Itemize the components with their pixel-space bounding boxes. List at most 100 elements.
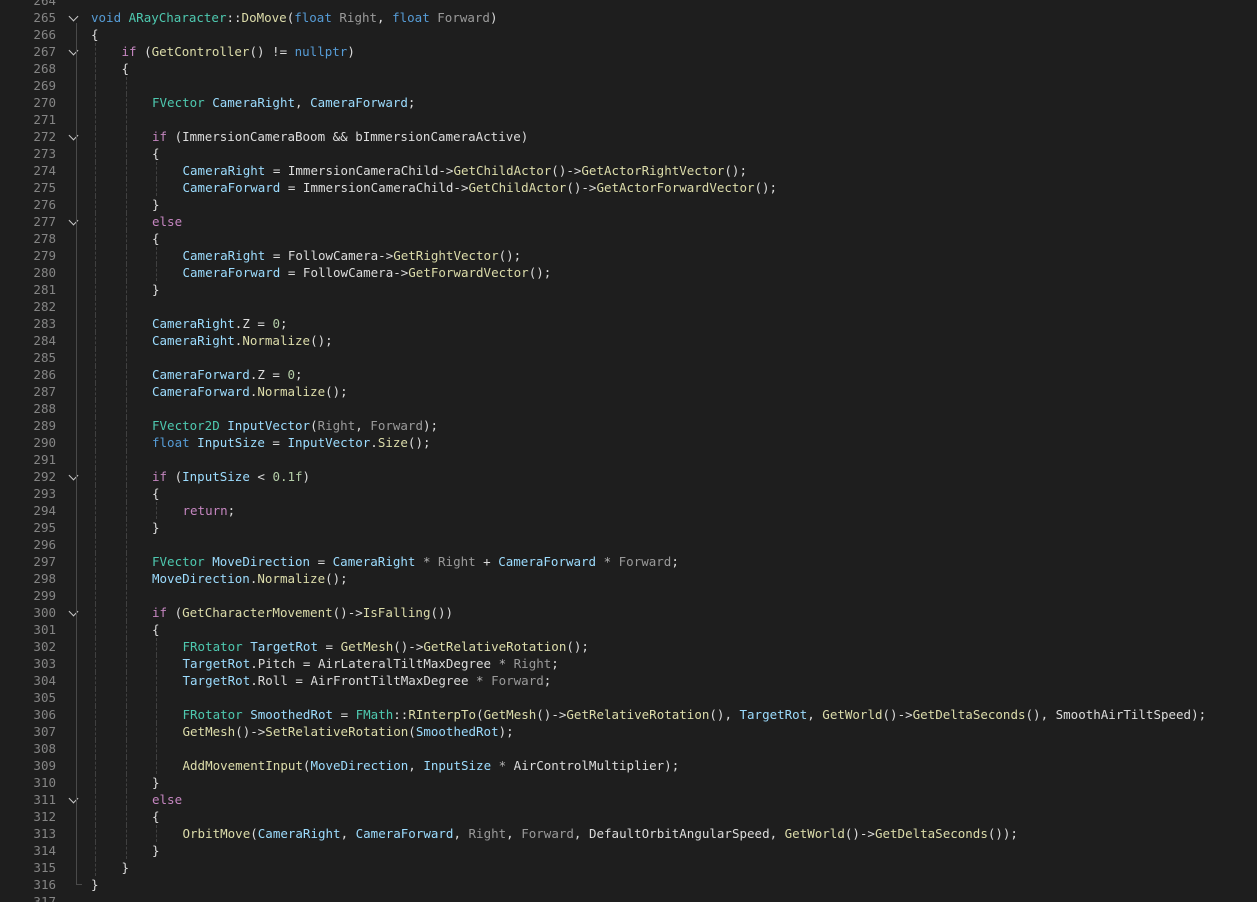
code-line[interactable]: 283 CameraRight.Z = 0; [0, 315, 1257, 332]
code-line[interactable]: 308 [0, 740, 1257, 757]
code-line[interactable]: 282 [0, 298, 1257, 315]
code-token: ()-> [551, 163, 582, 178]
indent-guide [125, 638, 127, 655]
line-number: 290 [33, 435, 56, 450]
code-line[interactable]: 315} [0, 859, 1257, 876]
code-token: , [340, 826, 356, 841]
line-number: 293 [33, 486, 56, 501]
code-line[interactable]: 264 [0, 0, 1257, 9]
indent-guide [95, 383, 96, 400]
code-line[interactable]: 284 CameraRight.Normalize(); [0, 332, 1257, 349]
code-line[interactable]: 279 CameraRight = FollowCamera->GetRightV… [0, 247, 1257, 264]
indent-guide [95, 281, 96, 298]
code-line[interactable]: 289 FVector2D InputVector(Right, Forward)… [0, 417, 1257, 434]
code-token: , [355, 418, 371, 433]
code-line[interactable]: 307 GetMesh()->SetRelativeRotation(Smooth… [0, 723, 1257, 740]
code-line[interactable]: 271 [0, 111, 1257, 128]
indent-guide [156, 672, 157, 689]
code-line[interactable]: 296 [0, 536, 1257, 553]
code-token: GetMesh [182, 724, 236, 739]
code-text: AddMovementInput(MoveDirection, InputSiz… [183, 757, 680, 774]
code-line[interactable]: 286 CameraForward.Z = 0; [0, 366, 1257, 383]
indent-guide [95, 859, 96, 876]
code-line[interactable]: 309 AddMovementInput(MoveDirection, Input… [0, 757, 1257, 774]
indent-guide [125, 111, 127, 128]
code-line[interactable]: 278 { [0, 230, 1257, 247]
code-line[interactable]: 266 { [0, 26, 1257, 43]
code-line[interactable]: 276} [0, 196, 1257, 213]
code-line[interactable]: 292 if (InputSize < 0.1f) [0, 468, 1257, 485]
code-token: (ImmersionCameraBoom && bImmersionCamera… [167, 129, 529, 144]
code-line[interactable]: 303 TargetRot.Pitch = AirLateralTiltMaxDe… [0, 655, 1257, 672]
indent-guide [95, 417, 96, 434]
indent-guide [95, 94, 96, 111]
code-line[interactable]: 305 [0, 689, 1257, 706]
code-line[interactable]: 267 if (GetController() != nullptr) [0, 43, 1257, 60]
code-line[interactable]: 313 OrbitMove(CameraRight, CameraForward,… [0, 825, 1257, 842]
indent-guide [125, 417, 127, 434]
code-line[interactable]: 277 else [0, 213, 1257, 230]
code-token: ( [136, 44, 152, 59]
indent-guide [125, 723, 127, 740]
line-number: 272 [33, 129, 56, 144]
indent-guide [125, 196, 127, 213]
code-line[interactable]: 273 { [0, 145, 1257, 162]
fold-chevron-icon[interactable] [68, 11, 79, 22]
code-token: } [152, 197, 160, 212]
indent-guide [125, 485, 127, 502]
line-number: 307 [33, 724, 56, 739]
code-token: FVector2D [152, 418, 220, 433]
indent-guide [156, 638, 157, 655]
code-line[interactable]: 301 { [0, 621, 1257, 638]
indent-guide [95, 128, 96, 145]
code-line[interactable]: 299 [0, 587, 1257, 604]
code-line[interactable]: 280 CameraForward = FollowCamera->GetForw… [0, 264, 1257, 281]
code-line[interactable]: 317 [0, 893, 1257, 902]
code-line[interactable]: 269 [0, 77, 1257, 94]
code-line[interactable]: 312 { [0, 808, 1257, 825]
code-line[interactable]: 306 FRotator SmoothedRot = FMath::RInterp… [0, 706, 1257, 723]
code-line[interactable]: 297 FVector MoveDirection = CameraRight *… [0, 553, 1257, 570]
code-line[interactable]: 291 [0, 451, 1257, 468]
indent-guide [125, 689, 127, 706]
code-line[interactable]: 272 if (ImmersionCameraBoom && bImmersion… [0, 128, 1257, 145]
code-line[interactable]: 290 float InputSize = InputVector.Size(); [0, 434, 1257, 451]
code-line[interactable]: 288 [0, 400, 1257, 417]
indent-guide [125, 451, 127, 468]
code-line[interactable]: 298 MoveDirection.Normalize(); [0, 570, 1257, 587]
code-line[interactable]: 304 TargetRot.Roll = AirFrontTiltMaxDegre… [0, 672, 1257, 689]
code-line[interactable]: 293 { [0, 485, 1257, 502]
code-token: :: [393, 707, 409, 722]
line-number: 281 [33, 282, 56, 297]
code-token: MoveDirection [310, 758, 409, 773]
code-token: } [152, 520, 160, 535]
code-line[interactable]: 274 CameraRight = ImmersionCameraChild->G… [0, 162, 1257, 179]
code-line[interactable]: 310} [0, 774, 1257, 791]
code-line[interactable]: 275 CameraForward = ImmersionCameraChild-… [0, 179, 1257, 196]
code-line[interactable]: 300 if (GetCharacterMovement()->IsFalling… [0, 604, 1257, 621]
fold-region-line [76, 23, 77, 884]
code-line[interactable]: 316} [0, 876, 1257, 893]
indent-guide [125, 128, 127, 145]
code-line[interactable]: 314} [0, 842, 1257, 859]
code-line[interactable]: 311 else [0, 791, 1257, 808]
code-line[interactable]: 287 CameraForward.Normalize(); [0, 383, 1257, 400]
code-line[interactable]: 270 FVector CameraRight, CameraForward; [0, 94, 1257, 111]
indent-guide [156, 689, 157, 706]
code-token: nullptr [294, 44, 348, 59]
code-line[interactable]: 268 { [0, 60, 1257, 77]
code-token: ()-> [393, 639, 424, 654]
code-line[interactable]: 295} [0, 519, 1257, 536]
code-editor[interactable]: 264 265 void ARayCharacter::DoMove(float R… [0, 0, 1257, 902]
code-token: } [152, 775, 160, 790]
code-line[interactable]: 281} [0, 281, 1257, 298]
code-line[interactable]: 285 [0, 349, 1257, 366]
code-text: if (GetController() != nullptr) [122, 43, 355, 60]
code-token: CameraForward [498, 554, 597, 569]
code-line[interactable]: 294 return; [0, 502, 1257, 519]
code-line[interactable]: 302 FRotator TargetRot = GetMesh()->GetRe… [0, 638, 1257, 655]
code-token: GetRightVector [393, 248, 499, 263]
code-line[interactable]: 265 void ARayCharacter::DoMove(float Righ… [0, 9, 1257, 26]
code-token: :: [226, 10, 242, 25]
